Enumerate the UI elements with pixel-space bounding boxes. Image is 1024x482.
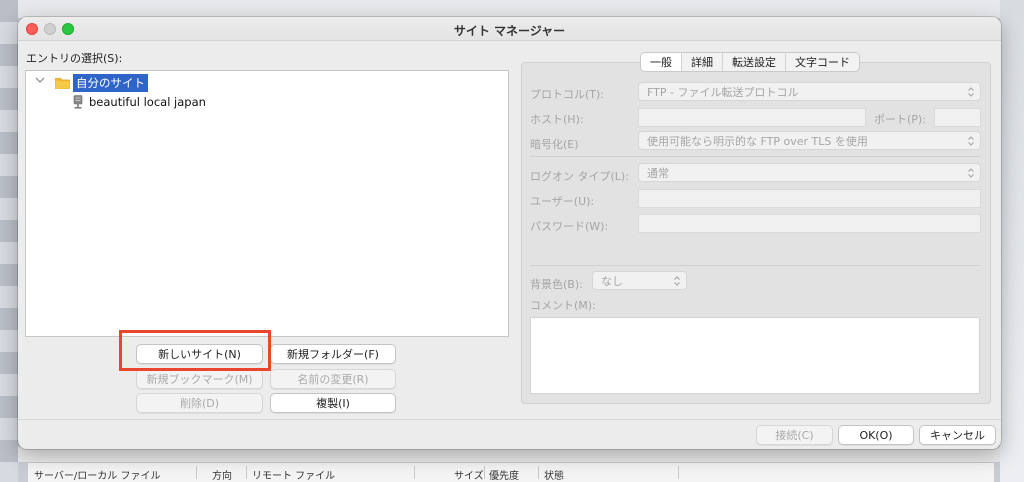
host-label: ホスト(H): (530, 113, 584, 126)
column-direction[interactable]: 方向 (212, 467, 232, 482)
transfer-queue-header: サーバー/ローカル ファイル 方向 リモート ファイル サイズ 優先度 状態 (28, 462, 994, 482)
tree-site-beautiful-local-japan[interactable]: beautiful local japan (73, 93, 206, 111)
tab-general[interactable]: 一般 (641, 53, 682, 71)
column-server-local-file[interactable]: サーバー/ローカル ファイル (34, 467, 160, 482)
duplicate-button[interactable]: 複製(I) (270, 393, 396, 413)
entry-select-label: エントリの選択(S): (26, 52, 123, 65)
protocol-value: FTP - ファイル転送プロトコル (647, 85, 799, 99)
comment-label: コメント(M): (530, 299, 596, 312)
encryption-label: 暗号化(E) (530, 138, 579, 151)
cancel-button[interactable]: キャンセル (919, 425, 996, 445)
updown-chevron-icon (968, 168, 974, 178)
footer-divider (18, 419, 1001, 420)
tab-advanced[interactable]: 詳細 (682, 53, 723, 71)
protocol-select[interactable]: FTP - ファイル転送プロトコル (638, 82, 981, 101)
new-folder-button[interactable]: 新規フォルダー(F) (270, 344, 396, 364)
password-label: パスワード(W): (530, 220, 609, 233)
logon-type-select[interactable]: 通常 (638, 163, 981, 182)
rename-button[interactable]: 名前の変更(R) (270, 369, 396, 389)
folder-label: 自分のサイト (73, 74, 148, 92)
updown-chevron-icon (674, 276, 680, 286)
site-label: beautiful local japan (89, 95, 206, 109)
background-color-value: なし (601, 274, 623, 288)
section-divider (530, 156, 980, 157)
site-tree[interactable]: 自分のサイト beautiful local japan (25, 70, 509, 337)
comment-textarea[interactable] (530, 317, 980, 394)
background-window-right (1000, 0, 1024, 482)
folder-icon (55, 77, 70, 89)
background-window-left (0, 0, 18, 482)
port-field[interactable] (934, 108, 981, 127)
updown-chevron-icon (968, 87, 974, 97)
background-color-select[interactable]: なし (592, 271, 687, 290)
connect-button[interactable]: 接続(C) (756, 425, 833, 445)
user-label: ユーザー(U): (530, 195, 595, 208)
ok-button[interactable]: OK(O) (838, 425, 914, 445)
new-site-highlight-box (119, 330, 271, 371)
logon-type-value: 通常 (647, 166, 669, 180)
password-field[interactable] (638, 214, 981, 233)
tab-transfer-settings[interactable]: 転送設定 (723, 53, 786, 71)
column-size[interactable]: サイズ (454, 467, 484, 482)
new-bookmark-button[interactable]: 新規ブックマーク(M) (136, 369, 263, 389)
delete-button[interactable]: 削除(D) (136, 393, 263, 413)
updown-chevron-icon (968, 136, 974, 146)
port-label: ポート(P): (874, 113, 926, 126)
tab-charset[interactable]: 文字コード (786, 53, 859, 71)
title-bar: サイト マネージャー (18, 17, 1001, 41)
background-window-top (18, 0, 1000, 18)
logon-type-label: ログオン タイプ(L): (530, 170, 629, 183)
background-color-label: 背景色(B): (530, 278, 583, 291)
chevron-down-icon[interactable] (35, 76, 45, 84)
tree-folder-my-sites[interactable]: 自分のサイト (55, 74, 148, 92)
host-field[interactable] (638, 108, 866, 127)
section-divider (530, 265, 980, 266)
user-field[interactable] (638, 189, 981, 208)
column-priority[interactable]: 優先度 (489, 467, 519, 482)
protocol-label: プロトコル(T): (530, 88, 605, 101)
server-icon (73, 95, 83, 109)
site-manager-dialog: サイト マネージャー エントリの選択(S): 自分のサイト beautiful … (18, 17, 1001, 449)
column-status[interactable]: 状態 (544, 467, 564, 482)
dialog-title: サイト マネージャー (453, 24, 566, 38)
column-remote-file[interactable]: リモート ファイル (252, 467, 335, 482)
encryption-select[interactable]: 使用可能なら明示的な FTP over TLS を使用 (638, 131, 981, 150)
settings-tabs: 一般 詳細 転送設定 文字コード (640, 52, 860, 72)
encryption-value: 使用可能なら明示的な FTP over TLS を使用 (647, 134, 868, 148)
